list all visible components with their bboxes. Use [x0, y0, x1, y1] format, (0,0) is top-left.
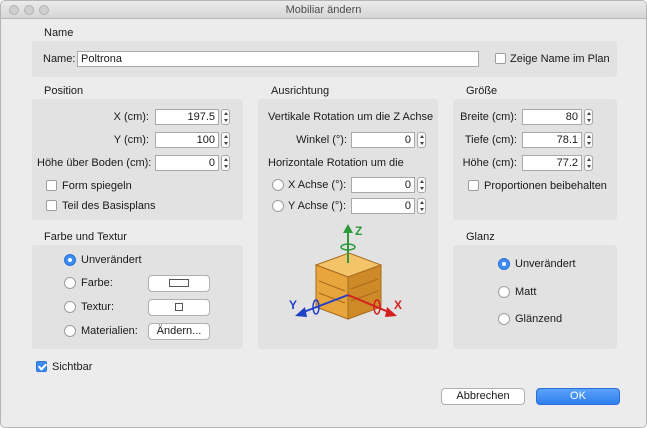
- matt-label: Matt: [515, 286, 537, 298]
- x-axis-stepper[interactable]: [417, 177, 426, 193]
- x-label: X (cm):: [113, 111, 149, 123]
- x-input[interactable]: 197.5: [155, 109, 219, 125]
- x-axis-label: X Achse (°):: [288, 179, 347, 191]
- materials-label: Materialien:: [81, 325, 138, 337]
- color-picker-button[interactable]: [148, 275, 210, 292]
- color-label: Farbe:: [81, 277, 113, 289]
- visible-checkbox[interactable]: [36, 361, 47, 372]
- depth-input[interactable]: 78.1: [522, 132, 582, 148]
- color-swatch: [169, 279, 189, 287]
- y-input[interactable]: 100: [155, 132, 219, 148]
- angle-stepper[interactable]: [417, 132, 426, 148]
- keep-proportions-label: Proportionen beibehalten: [484, 180, 607, 192]
- y-stepper[interactable]: [221, 132, 230, 148]
- shininess-section-title: Glanz: [466, 231, 495, 243]
- color-radio[interactable]: [64, 277, 76, 289]
- y-axis-input[interactable]: 0: [351, 198, 415, 214]
- texture-swatch: [175, 303, 183, 311]
- x-stepper[interactable]: [221, 109, 230, 125]
- y-axis-letter: Y: [289, 298, 297, 312]
- y-axis-radio[interactable]: [272, 200, 284, 212]
- mirror-form-label: Form spiegeln: [62, 180, 132, 192]
- orientation-section-title: Ausrichtung: [271, 85, 330, 97]
- shininess-unchanged-label: Unverändert: [515, 258, 576, 270]
- title-bar: Mobiliar ändern: [1, 1, 646, 19]
- cancel-button[interactable]: Abbrechen: [441, 388, 525, 405]
- height-input[interactable]: 77.2: [522, 155, 582, 171]
- shiny-radio[interactable]: [498, 313, 510, 325]
- modify-materials-button[interactable]: Ändern...: [148, 323, 210, 340]
- ok-button[interactable]: OK: [536, 388, 620, 405]
- position-section-title: Position: [44, 85, 84, 97]
- base-plan-checkbox[interactable]: [46, 200, 57, 211]
- visible-label: Sichtbar: [52, 361, 93, 373]
- angle-label: Winkel (°):: [296, 134, 347, 146]
- horizontal-rotation-label: Horizontale Rotation um die: [268, 157, 404, 169]
- name-section-title: Name: [44, 27, 74, 39]
- dialog-window: Mobiliar ändern Name Name: Poltrona Zeig…: [0, 0, 647, 428]
- width-input[interactable]: 80: [522, 109, 582, 125]
- x-axis-input[interactable]: 0: [351, 177, 415, 193]
- shiny-label: Glänzend: [515, 313, 563, 325]
- width-label: Breite (cm):: [460, 111, 517, 123]
- x-axis-letter: X: [394, 298, 402, 312]
- size-section-title: Größe: [466, 85, 498, 97]
- vertical-rotation-label: Vertikale Rotation um die Z Achse: [268, 111, 434, 123]
- angle-input[interactable]: 0: [351, 132, 415, 148]
- color-unchanged-label: Unverändert: [81, 254, 142, 266]
- name-input[interactable]: Poltrona: [77, 51, 479, 67]
- x-axis-radio[interactable]: [272, 179, 284, 191]
- matt-radio[interactable]: [498, 286, 510, 298]
- shininess-unchanged-radio[interactable]: [498, 258, 510, 270]
- height-stepper[interactable]: [584, 155, 593, 171]
- y-axis-stepper[interactable]: [417, 198, 426, 214]
- depth-label: Tiefe (cm):: [464, 134, 517, 146]
- height-label: Höhe (cm):: [462, 157, 517, 169]
- show-name-checkbox[interactable]: [495, 53, 506, 64]
- elevation-stepper[interactable]: [221, 155, 230, 171]
- texture-radio[interactable]: [64, 301, 76, 313]
- keep-proportions-checkbox[interactable]: [468, 180, 479, 191]
- name-label: Name:: [43, 53, 76, 65]
- texture-picker-button[interactable]: [148, 299, 210, 316]
- elevation-input[interactable]: 0: [155, 155, 219, 171]
- color-unchanged-radio[interactable]: [64, 254, 76, 266]
- elevation-label: Höhe über Boden (cm):: [37, 157, 152, 169]
- rotation-illustration: Z X Y: [289, 224, 402, 320]
- color-section-title: Farbe und Textur: [44, 231, 127, 243]
- depth-stepper[interactable]: [584, 132, 593, 148]
- mirror-form-checkbox[interactable]: [46, 180, 57, 191]
- z-axis-letter: Z: [355, 224, 362, 238]
- base-plan-label: Teil des Basisplans: [62, 200, 156, 212]
- texture-label: Textur:: [81, 301, 115, 313]
- show-name-label: Zeige Name im Plan: [510, 53, 610, 65]
- width-stepper[interactable]: [584, 109, 593, 125]
- y-label: Y (cm):: [113, 134, 149, 146]
- window-title: Mobiliar ändern: [285, 4, 362, 16]
- materials-radio[interactable]: [64, 325, 76, 337]
- y-axis-label: Y Achse (°):: [288, 200, 346, 212]
